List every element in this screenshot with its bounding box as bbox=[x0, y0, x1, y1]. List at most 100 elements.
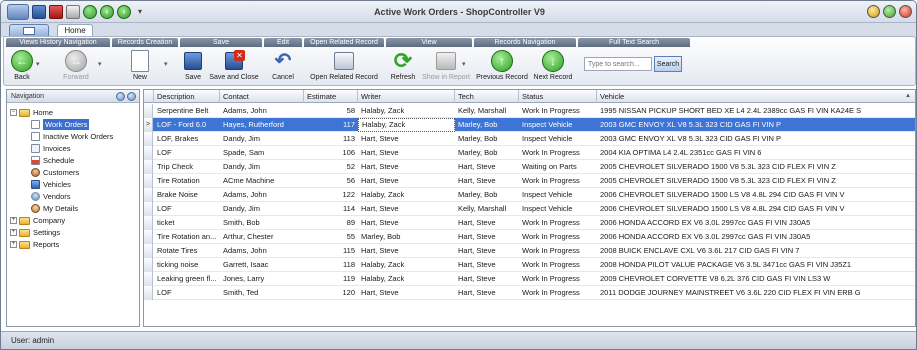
cell-status[interactable]: Work In Progress bbox=[519, 216, 597, 230]
nav-back-icon[interactable] bbox=[116, 92, 125, 101]
tree-item-settings[interactable]: + Settings bbox=[10, 227, 60, 238]
table-row[interactable]: Brake Noise Adams, John 122 Halaby, Zack Mar… bbox=[144, 188, 915, 202]
row-indicator[interactable] bbox=[144, 230, 153, 244]
row-indicator[interactable]: > bbox=[144, 118, 153, 132]
cell-status[interactable]: Work In Progress bbox=[519, 286, 597, 300]
save-and-close-button[interactable]: Save and Close bbox=[206, 50, 262, 81]
table-row[interactable]: > LOF - Ford 6.0 Hayes, Rutherford 117 Halab… bbox=[144, 118, 915, 132]
tree-item-company[interactable]: + Company bbox=[10, 215, 65, 226]
cell-vehicle[interactable]: 1995 NISSAN PICKUP SHORT BED XE L4 2.4L … bbox=[597, 104, 915, 118]
cell-tech[interactable]: Kelly, Marshall bbox=[455, 202, 519, 216]
cell-estimate[interactable]: 55 bbox=[304, 230, 358, 244]
cell-estimate[interactable]: 56 bbox=[304, 174, 358, 188]
cell-estimate[interactable]: 52 bbox=[304, 160, 358, 174]
cell-description[interactable]: Tire Rotation an... bbox=[154, 230, 220, 244]
cell-contact[interactable]: Garrett, Isaac bbox=[220, 258, 304, 272]
forward-button[interactable]: → Forward bbox=[60, 50, 92, 81]
cell-description[interactable]: LOF bbox=[154, 202, 220, 216]
cell-status[interactable]: Work In Progress bbox=[519, 174, 597, 188]
close-button[interactable] bbox=[899, 5, 912, 18]
cell-description[interactable]: Rotate Tires bbox=[154, 244, 220, 258]
cell-status[interactable]: Waiting on Parts bbox=[519, 160, 597, 174]
report-dropdown-icon[interactable]: ▾ bbox=[462, 60, 466, 68]
cell-tech[interactable]: Marley, Bob bbox=[455, 118, 519, 132]
search-button[interactable]: Search bbox=[654, 56, 682, 72]
tree-item-customers[interactable]: Customers bbox=[31, 167, 79, 178]
cell-vehicle[interactable]: 2005 CHEVROLET SILVERADO 1500 V8 5.3L 32… bbox=[597, 160, 915, 174]
back-button[interactable]: ← Back bbox=[10, 50, 34, 81]
table-row[interactable]: LOF, Brakes Dandy, Jim 113 Hart, Steve Marle… bbox=[144, 132, 915, 146]
cell-estimate[interactable]: 114 bbox=[304, 202, 358, 216]
cell-contact[interactable]: Smith, Ted bbox=[220, 286, 304, 300]
cell-writer[interactable]: Hart, Steve bbox=[358, 132, 455, 146]
table-row[interactable]: ticking noise Garrett, Isaac 118 Halaby, Za… bbox=[144, 258, 915, 272]
cell-tech[interactable]: Kelly, Marshall bbox=[455, 104, 519, 118]
column-header-status[interactable]: Status bbox=[519, 90, 597, 103]
back-dropdown-icon[interactable]: ▾ bbox=[36, 60, 40, 68]
tree-item-schedule[interactable]: Schedule bbox=[31, 155, 74, 166]
cell-description[interactable]: LOF bbox=[154, 286, 220, 300]
cell-estimate[interactable]: 118 bbox=[304, 258, 358, 272]
cancel-button[interactable]: ↶ Cancel bbox=[268, 50, 298, 81]
expand-icon[interactable]: + bbox=[10, 241, 17, 248]
new-dropdown-icon[interactable]: ▾ bbox=[164, 60, 168, 68]
table-row[interactable]: LOF Dandy, Jim 114 Hart, Steve Kelly, Marsha… bbox=[144, 202, 915, 216]
cell-vehicle[interactable]: 2003 GMC ENVOY XL V8 5.3L 323 CID GAS FI… bbox=[597, 132, 915, 146]
minimize-button[interactable] bbox=[867, 5, 880, 18]
cell-estimate[interactable]: 117 bbox=[304, 118, 358, 132]
cell-estimate[interactable]: 106 bbox=[304, 146, 358, 160]
cell-vehicle[interactable]: 2006 CHEVROLET SILVERADO 1500 LS V8 4.8L… bbox=[597, 188, 915, 202]
cell-description[interactable]: LOF, Brakes bbox=[154, 132, 220, 146]
cell-writer[interactable]: Halaby, Zack bbox=[358, 104, 455, 118]
cell-vehicle[interactable]: 2003 GMC ENVOY XL V8 5.3L 323 CID GAS FI… bbox=[597, 118, 915, 132]
cell-estimate[interactable]: 89 bbox=[304, 216, 358, 230]
cell-writer[interactable]: Hart, Steve bbox=[358, 216, 455, 230]
refresh-button[interactable]: ⟳ Refresh bbox=[388, 50, 418, 82]
row-indicator[interactable] bbox=[144, 188, 153, 202]
cell-vehicle[interactable]: 2008 BUICK ENCLAVE CXL V6 3.6L 217 CID G… bbox=[597, 244, 915, 258]
cell-estimate[interactable]: 120 bbox=[304, 286, 358, 300]
tree-item-vendors[interactable]: Vendors bbox=[31, 191, 71, 202]
cell-estimate[interactable]: 58 bbox=[304, 104, 358, 118]
previous-record-button[interactable]: ↑ Previous Record bbox=[474, 50, 530, 81]
cell-writer[interactable]: Hart, Steve bbox=[358, 160, 455, 174]
column-header-description[interactable]: Description bbox=[154, 90, 220, 103]
cell-contact[interactable]: Hayes, Rutherford bbox=[220, 118, 304, 132]
table-row[interactable]: Trip Check Dandy, Jim 52 Hart, Steve Hart, S… bbox=[144, 160, 915, 174]
maximize-button[interactable] bbox=[883, 5, 896, 18]
row-indicator[interactable] bbox=[144, 146, 153, 160]
row-indicator[interactable] bbox=[144, 258, 153, 272]
cell-writer[interactable]: Halaby, Zack bbox=[358, 272, 455, 286]
tree-item-my-details[interactable]: My Details bbox=[31, 203, 78, 214]
cell-writer[interactable]: Hart, Steve bbox=[358, 244, 455, 258]
cell-tech[interactable]: Marley, Bob bbox=[455, 188, 519, 202]
forward-dropdown-icon[interactable]: ▾ bbox=[98, 60, 102, 68]
cell-tech[interactable]: Hart, Steve bbox=[455, 258, 519, 272]
cell-tech[interactable]: Hart, Steve bbox=[455, 272, 519, 286]
sort-ascending-icon[interactable]: ▲ bbox=[905, 93, 911, 99]
tree-item-inactive-work-orders[interactable]: Inactive Work Orders bbox=[31, 131, 113, 142]
tree-item-reports[interactable]: + Reports bbox=[10, 239, 59, 250]
cell-vehicle[interactable]: 2005 CHEVROLET SILVERADO 1500 V8 5.3L 32… bbox=[597, 174, 915, 188]
cell-contact[interactable]: Adams, John bbox=[220, 104, 304, 118]
next-record-button[interactable]: ↓ Next Record bbox=[530, 50, 576, 81]
cell-contact[interactable]: Dandy, Jim bbox=[220, 160, 304, 174]
cell-description[interactable]: Serpentine Belt bbox=[154, 104, 220, 118]
cell-contact[interactable]: Spade, Sam bbox=[220, 146, 304, 160]
cell-tech[interactable]: Hart, Steve bbox=[455, 216, 519, 230]
cell-status[interactable]: Work In Progress bbox=[519, 272, 597, 286]
table-row[interactable]: Leaking green fl... Jones, Larry 119 Halaby… bbox=[144, 272, 915, 286]
cell-description[interactable]: Leaking green fl... bbox=[154, 272, 220, 286]
cell-status[interactable]: Work In Progress bbox=[519, 230, 597, 244]
cell-estimate[interactable]: 122 bbox=[304, 188, 358, 202]
row-indicator[interactable] bbox=[144, 174, 153, 188]
cell-vehicle[interactable]: 2006 CHEVROLET SILVERADO 1500 LS V8 4.8L… bbox=[597, 202, 915, 216]
collapse-icon[interactable]: − bbox=[10, 109, 17, 116]
table-row[interactable]: ticket Smith, Bob 89 Hart, Steve Hart, Steve… bbox=[144, 216, 915, 230]
cell-contact[interactable]: Smith, Bob bbox=[220, 216, 304, 230]
table-row[interactable]: Tire Rotation an... Arthur, Chester 55 Marl… bbox=[144, 230, 915, 244]
table-row[interactable]: LOF Smith, Ted 120 Hart, Steve Hart, Steve Wo… bbox=[144, 286, 915, 300]
column-header-writer[interactable]: Writer bbox=[358, 90, 455, 103]
expand-icon[interactable]: + bbox=[10, 229, 17, 236]
cell-status[interactable]: Work In Progress bbox=[519, 244, 597, 258]
